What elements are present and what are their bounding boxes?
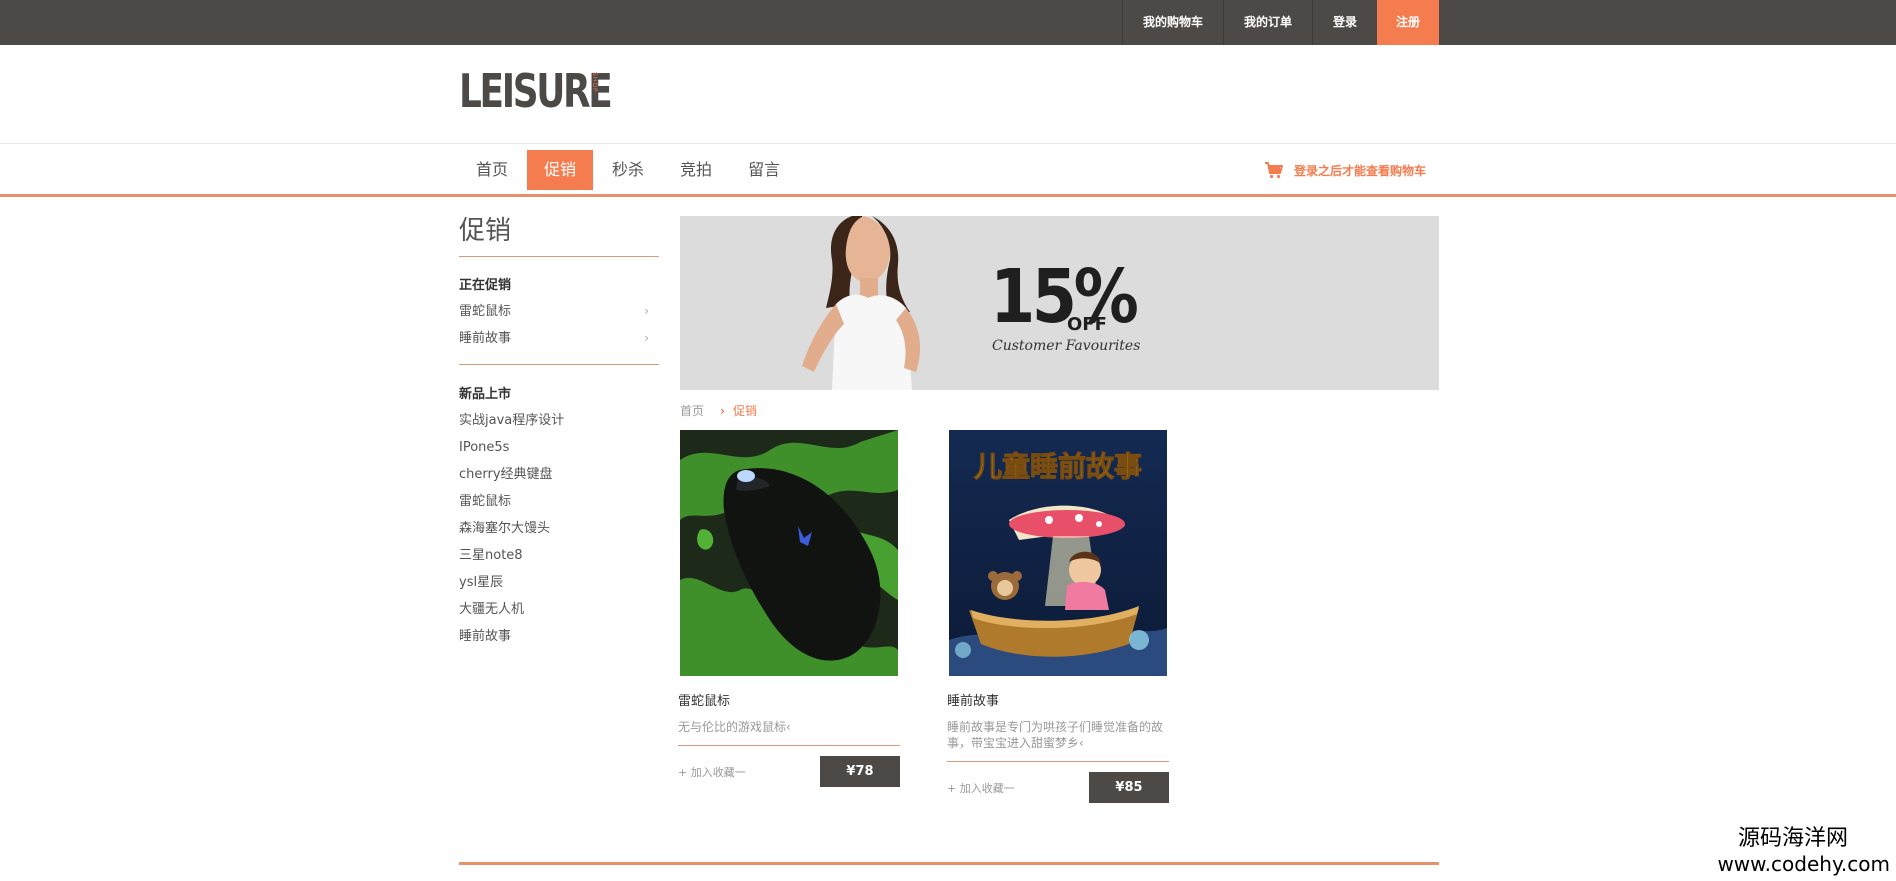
banner-tagline: Customer Favourites (992, 338, 1141, 354)
sidebar-divider (459, 256, 659, 257)
product-description: 睡前故事是专门为哄孩子们睡觉准备的故事，带宝宝进入甜蜜梦乡‹ (947, 720, 1164, 750)
banner-model-image (802, 216, 921, 390)
nav-promotion[interactable]: 促销 (527, 150, 594, 190)
list-item[interactable]: cherry经典键盘 (459, 461, 659, 488)
product-image[interactable] (680, 430, 898, 676)
banner-off: OFF (1067, 314, 1107, 335)
list-item[interactable]: 雷蛇鼠标 (459, 488, 659, 515)
product-card-razer-mouse: 雷蛇鼠标 无与伦比的游戏鼠标‹ + 加入收藏一 ¥78 (678, 430, 900, 787)
list-item[interactable]: 实战java程序设计 (459, 407, 659, 434)
sidebar-item-razer-mouse[interactable]: 雷蛇鼠标 › (459, 298, 659, 325)
sidebar-item-label: 雷蛇鼠标 (459, 304, 512, 319)
my-orders-link[interactable]: 我的订单 (1222, 0, 1312, 45)
image-title-text: 儿童睡前故事 (974, 450, 1142, 483)
nav-message[interactable]: 留言 (731, 150, 797, 190)
logo-subtext: SHOP (591, 72, 598, 93)
product-name[interactable]: 雷蛇鼠标 (678, 690, 900, 709)
breadcrumb-separator: › (720, 403, 725, 418)
register-link[interactable]: 注册 (1376, 0, 1439, 45)
footer-divider (459, 862, 1439, 865)
breadcrumb: 首页 › 促销 (680, 402, 757, 419)
list-item[interactable]: 森海塞尔大馒头 (459, 515, 659, 542)
chevron-right-icon: › (644, 304, 649, 318)
watermark: 源码海洋网 www.codehy.com (1717, 826, 1890, 876)
add-favorite-link[interactable]: + 加入收藏一 (678, 764, 746, 780)
list-item[interactable]: 大疆无人机 (459, 596, 659, 623)
product-description: 无与伦比的游戏鼠标‹ (678, 720, 791, 734)
sidebar-new-heading: 新品上市 (459, 387, 512, 402)
sidebar-divider (459, 364, 659, 365)
sidebar-new-list: 实战java程序设计 IPone5s cherry经典键盘 雷蛇鼠标 森海塞尔大… (459, 407, 659, 650)
price-button[interactable]: ¥85 (1089, 772, 1169, 803)
login-link[interactable]: 登录 (1311, 0, 1377, 45)
logo-text: LEISURE (459, 64, 613, 118)
header-divider (0, 143, 1896, 144)
cart-icon (1265, 162, 1283, 179)
top-nav: 我的购物车 我的订单 登录 注册 (1121, 0, 1439, 45)
breadcrumb-current: 促销 (732, 404, 757, 418)
price-button[interactable]: ¥78 (820, 756, 900, 787)
watermark-line-1: 源码海洋网 (1737, 826, 1848, 851)
my-cart-link[interactable]: 我的购物车 (1121, 0, 1223, 45)
sidebar-item-bedtime-story[interactable]: 睡前故事 › (459, 325, 659, 352)
nav-auction[interactable]: 竞拍 (663, 150, 729, 190)
sidebar-promo-list: 雷蛇鼠标 › 睡前故事 › (459, 298, 659, 352)
product-actions: + 加入收藏一 ¥78 (678, 756, 900, 787)
sidebar-item-label: 睡前故事 (459, 331, 512, 346)
promo-banner[interactable]: 15% OFF Customer Favourites (680, 216, 1439, 390)
cart-notice-text: 登录之后才能查看购物车 (1294, 163, 1427, 178)
sidebar-title: 促销 (459, 216, 512, 246)
cart-login-notice[interactable]: 登录之后才能查看购物车 (1264, 160, 1426, 180)
main-nav: 首页 促销 秒杀 竞拍 留言 (459, 150, 799, 190)
nav-divider (0, 194, 1896, 197)
bedtime-story-image: 儿童睡前故事 (949, 430, 1167, 676)
product-divider (678, 745, 900, 746)
nav-flash-sale[interactable]: 秒杀 (595, 150, 661, 190)
product-name[interactable]: 睡前故事 (947, 690, 1169, 709)
site-logo[interactable]: LEISURE SHOP (459, 66, 653, 116)
list-item[interactable]: 三星note8 (459, 542, 659, 569)
list-item[interactable]: IPone5s (459, 434, 659, 461)
sidebar-promo-heading: 正在促销 (459, 278, 512, 293)
breadcrumb-home[interactable]: 首页 (680, 402, 704, 419)
watermark-line-2: www.codehy.com (1717, 852, 1890, 876)
product-actions: + 加入收藏一 ¥85 (947, 772, 1169, 803)
list-item[interactable]: ysl星辰 (459, 569, 659, 596)
mouse-image (680, 430, 898, 676)
nav-home[interactable]: 首页 (459, 150, 525, 190)
product-image[interactable]: 儿童睡前故事 (949, 430, 1167, 676)
list-item[interactable]: 睡前故事 (459, 623, 659, 650)
top-bar (0, 0, 1896, 45)
add-favorite-link[interactable]: + 加入收藏一 (947, 780, 1015, 796)
product-card-bedtime-story: 儿童睡前故事 睡前故事 睡前故事是专门为哄孩子们睡觉准备的故事，带宝宝进入甜蜜梦… (947, 430, 1169, 803)
product-divider (947, 761, 1169, 762)
banner-percent: 15% (990, 254, 1139, 340)
chevron-right-icon: › (644, 331, 649, 345)
